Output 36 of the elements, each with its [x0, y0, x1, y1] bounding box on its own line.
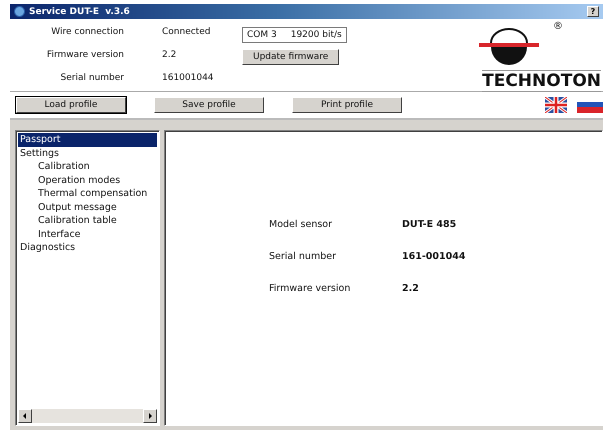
tree-item[interactable]: Interface: [18, 228, 157, 241]
tree-item[interactable]: Calibration table: [18, 214, 157, 228]
scroll-right-icon[interactable]: [143, 409, 157, 423]
uk-flag-icon[interactable]: [545, 96, 567, 112]
registered-mark: ®: [553, 21, 563, 32]
profile-button[interactable]: Load profile: [16, 96, 126, 112]
port-field[interactable]: COM 3 19200 bit/s: [242, 27, 347, 43]
field-label: Model sensor: [269, 219, 334, 230]
help-button[interactable]: ?: [587, 6, 599, 17]
app-icon: [14, 6, 25, 17]
field-value: DUT-E 485: [402, 219, 456, 230]
field-value: Connected: [162, 27, 210, 38]
field-label: Serial number: [269, 251, 337, 262]
tree-item[interactable]: Output message: [18, 200, 157, 214]
tree-item[interactable]: Calibration: [18, 160, 157, 174]
window-title: Service DUT-E v.3.6: [29, 6, 130, 16]
field-value: 161-001044: [402, 251, 466, 262]
update-firmware-button[interactable]: Update firmware: [242, 49, 340, 65]
field-label: Firmware version: [269, 283, 352, 294]
profile-button[interactable]: Print profile: [292, 96, 402, 112]
tree-item[interactable]: Passport: [18, 133, 157, 146]
field-value: 2.2: [162, 50, 176, 60]
tree-item[interactable]: Settings: [18, 146, 157, 160]
port-value: COM 3: [247, 30, 277, 40]
field-value: 2.2: [402, 283, 419, 294]
horizontal-scrollbar[interactable]: [18, 409, 157, 423]
profile-button[interactable]: Save profile: [154, 96, 264, 112]
tree-item[interactable]: Diagnostics: [18, 241, 157, 254]
field-label: Wire connection: [50, 27, 124, 38]
baud-value: 19200 bit/s: [290, 30, 342, 40]
field-label: Serial number: [60, 72, 124, 83]
field-label: Firmware version: [46, 50, 124, 60]
scroll-left-icon[interactable]: [18, 409, 32, 423]
field-value: 161001044: [162, 72, 214, 83]
tree-item[interactable]: Thermal compensation: [18, 187, 157, 200]
tree-item[interactable]: Operation modes: [18, 174, 157, 187]
